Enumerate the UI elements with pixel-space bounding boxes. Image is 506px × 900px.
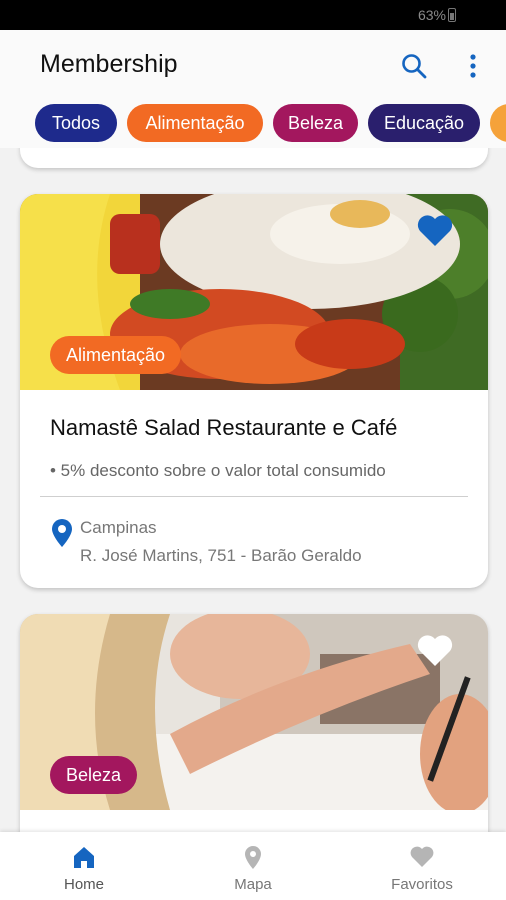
filter-chip-educacao[interactable]: Educação	[368, 104, 480, 142]
app-bar: Membership	[0, 30, 506, 100]
nav-item-home[interactable]: Home	[0, 832, 168, 900]
search-icon[interactable]	[400, 52, 428, 80]
favorite-heart-icon[interactable]	[416, 634, 454, 668]
home-icon	[74, 847, 94, 868]
filter-chip-todos[interactable]: Todos	[35, 104, 117, 142]
more-options-icon[interactable]	[462, 52, 484, 80]
nav-label: Favoritos	[391, 876, 453, 893]
nav-item-mapa[interactable]: Mapa	[169, 832, 337, 900]
nav-item-favoritos[interactable]: Favoritos	[338, 832, 506, 900]
previous-card[interactable]	[20, 148, 488, 168]
partner-card[interactable]: Beleza	[20, 614, 488, 832]
status-bar: 63%	[0, 0, 506, 30]
divider	[40, 496, 468, 497]
nav-label: Home	[63, 876, 104, 893]
page-title: Membership	[40, 50, 178, 78]
filter-chip-alimentacao[interactable]: Alimentação	[127, 104, 263, 142]
partner-address: R. José Martins, 751 - Barão Geraldo	[80, 546, 362, 565]
nav-label: Mapa	[234, 876, 272, 893]
filter-chip-beleza[interactable]: Beleza	[273, 104, 358, 142]
benefit-text: • 5% desconto sobre o valor total consum…	[50, 461, 386, 480]
card-photo: Alimentação	[20, 194, 488, 390]
heart-icon	[410, 846, 434, 867]
partner-feed[interactable]: Alimentação Namastê Salad Restaurante e …	[0, 148, 506, 832]
partner-name: Namastê Salad Restaurante e Café	[50, 415, 398, 440]
category-filter-bar: Todos Alimentação Beleza Educação	[0, 100, 506, 148]
card-photo: Beleza	[20, 614, 488, 810]
map-pin-icon	[245, 846, 261, 869]
location-pin-icon	[52, 519, 72, 547]
filter-chip-more[interactable]	[490, 104, 506, 142]
favorite-heart-icon[interactable]	[416, 214, 454, 248]
battery-level: 63%	[417, 7, 446, 23]
bottom-navigation: Home Mapa Favoritos	[0, 832, 506, 900]
battery-icon	[448, 8, 456, 22]
category-badge: Alimentação	[50, 336, 182, 374]
partner-card[interactable]: Alimentação Namastê Salad Restaurante e …	[20, 194, 488, 588]
category-badge: Beleza	[50, 756, 138, 794]
partner-city: Campinas	[80, 518, 157, 537]
